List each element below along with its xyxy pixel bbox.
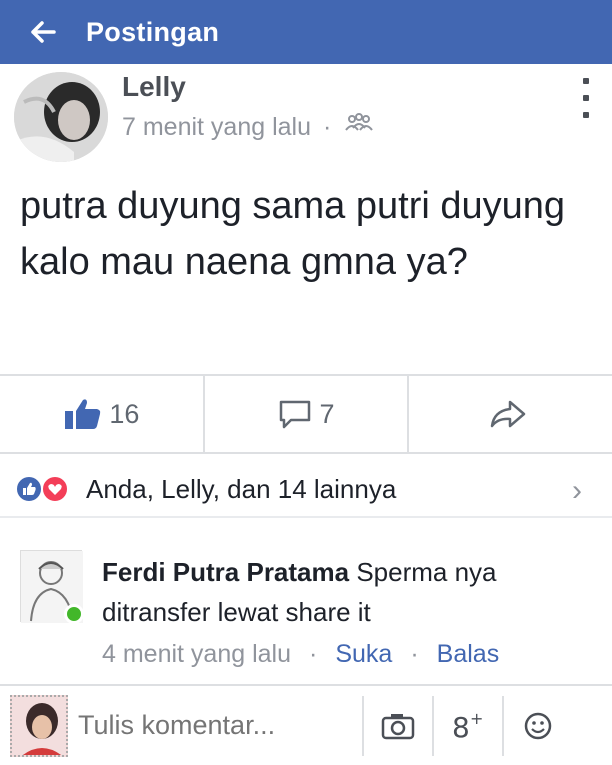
- comment-time: 4 menit yang lalu: [102, 640, 292, 668]
- arrow-left-icon[interactable]: [0, 0, 86, 64]
- comment-count: 7: [319, 398, 335, 429]
- post-actions: 16 7: [0, 374, 612, 454]
- post-header: Lelly 7 menit yang lalu ·: [0, 64, 612, 162]
- comment-input[interactable]: [78, 700, 358, 751]
- chevron-right-icon: ›: [572, 474, 582, 507]
- top-bar: Postingan: [0, 0, 612, 64]
- camera-icon[interactable]: [362, 695, 432, 756]
- kebab-menu-icon[interactable]: [576, 78, 596, 118]
- thumbs-up-icon: [65, 399, 101, 429]
- comment-body: Ferdi Putra Pratama Sperma nya ditransfe…: [102, 552, 598, 632]
- composer-tools: 8 +: [362, 695, 572, 756]
- comment-meta: 4 menit yang lalu · Suka · Balas: [102, 640, 499, 669]
- page-title: Postingan: [86, 16, 220, 47]
- share-icon: [490, 400, 525, 428]
- comment-author[interactable]: Ferdi Putra Pratama: [102, 557, 349, 587]
- svg-text:+: +: [470, 711, 483, 728]
- svg-text:8: 8: [452, 711, 470, 741]
- like-count: 16: [109, 398, 140, 429]
- reaction-icons: [14, 474, 72, 504]
- post-text: putra duyung sama putri duyung kalo mau …: [20, 185, 566, 283]
- comment-composer: 8+: [0, 684, 612, 765]
- reactions-summary: Anda, Lelly, dan 14 lainnya: [86, 473, 397, 504]
- online-indicator: [64, 604, 84, 624]
- reactions-row[interactable]: Anda, Lelly, dan 14 lainnya ›: [0, 462, 612, 518]
- like-button[interactable]: 16: [0, 376, 203, 452]
- gplus-icon[interactable]: 8 +: [432, 695, 502, 756]
- comment-item: Ferdi Putra Pratama Sperma nya ditransfe…: [0, 540, 612, 680]
- share-button[interactable]: [407, 376, 612, 452]
- my-avatar: [10, 694, 68, 757]
- emoji-icon[interactable]: [502, 695, 572, 756]
- meta-separator: ·: [323, 113, 332, 141]
- comment-icon: [280, 400, 311, 429]
- friends-icon: [343, 112, 375, 143]
- author-avatar[interactable]: [14, 72, 108, 162]
- post-author[interactable]: Lelly: [122, 71, 186, 103]
- post-meta: 7 menit yang lalu ·: [122, 112, 375, 143]
- comment-reply-link[interactable]: Balas: [437, 640, 500, 669]
- post-time[interactable]: 7 menit yang lalu: [122, 113, 311, 142]
- comment-button[interactable]: 7: [202, 376, 408, 452]
- comment-like-link[interactable]: Suka: [335, 640, 392, 669]
- comment-separator-2: ·: [410, 640, 419, 668]
- comment-separator: ·: [309, 640, 318, 668]
